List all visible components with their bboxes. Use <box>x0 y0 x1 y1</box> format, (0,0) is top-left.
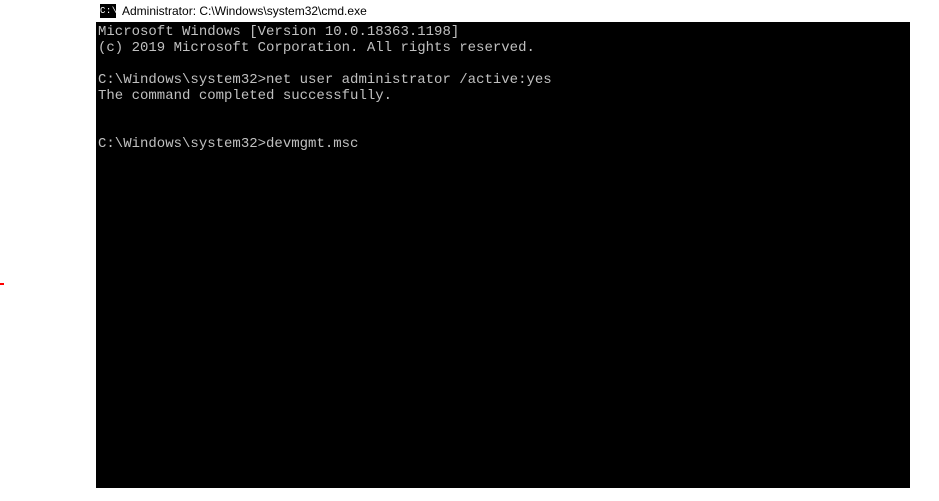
cmd-icon: C:\ <box>100 4 116 18</box>
command-1: net user administrator /active:yes <box>266 72 552 88</box>
red-mark <box>0 283 4 285</box>
output-1: The command completed successfully. <box>98 88 392 104</box>
banner-line-1: Microsoft Windows [Version 10.0.18363.11… <box>98 24 459 40</box>
command-2: devmgmt.msc <box>266 136 358 152</box>
cmd-window: C:\ Administrator: C:\Windows\system32\c… <box>96 0 910 488</box>
prompt-2: C:\Windows\system32> <box>98 136 266 152</box>
window-title: Administrator: C:\Windows\system32\cmd.e… <box>122 4 367 18</box>
window-titlebar[interactable]: C:\ Administrator: C:\Windows\system32\c… <box>96 0 910 22</box>
banner-line-2: (c) 2019 Microsoft Corporation. All righ… <box>98 40 535 56</box>
prompt-1: C:\Windows\system32> <box>98 72 266 88</box>
terminal-area[interactable]: Microsoft Windows [Version 10.0.18363.11… <box>96 22 910 488</box>
